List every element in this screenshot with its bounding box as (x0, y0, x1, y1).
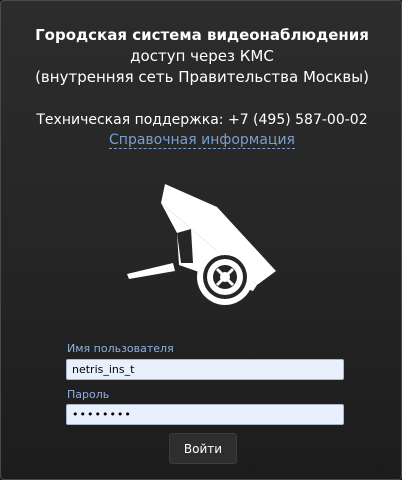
network-note: (внутренняя сеть Правительства Москвы) (35, 68, 369, 86)
username-input[interactable] (66, 359, 344, 380)
cctv-camera-icon (127, 184, 276, 305)
login-button[interactable]: Войти (169, 433, 237, 464)
page-title: Городская система видеонаблюдения (35, 26, 369, 44)
password-input[interactable] (66, 404, 344, 425)
login-panel: Городская система видеонаблюдения доступ… (0, 0, 402, 480)
page-subtitle: доступ через КМС (130, 47, 274, 65)
support-phone-text: Техническая поддержка: +7 (495) 587-00-0… (36, 112, 368, 128)
username-label: Имя пользователя (67, 342, 174, 355)
help-info-link[interactable]: Справочная информация (109, 132, 295, 149)
password-label: Пароль (67, 388, 110, 401)
page-header: Городская система видеонаблюдения доступ… (1, 25, 402, 88)
help-info-container: Справочная информация (1, 130, 402, 150)
